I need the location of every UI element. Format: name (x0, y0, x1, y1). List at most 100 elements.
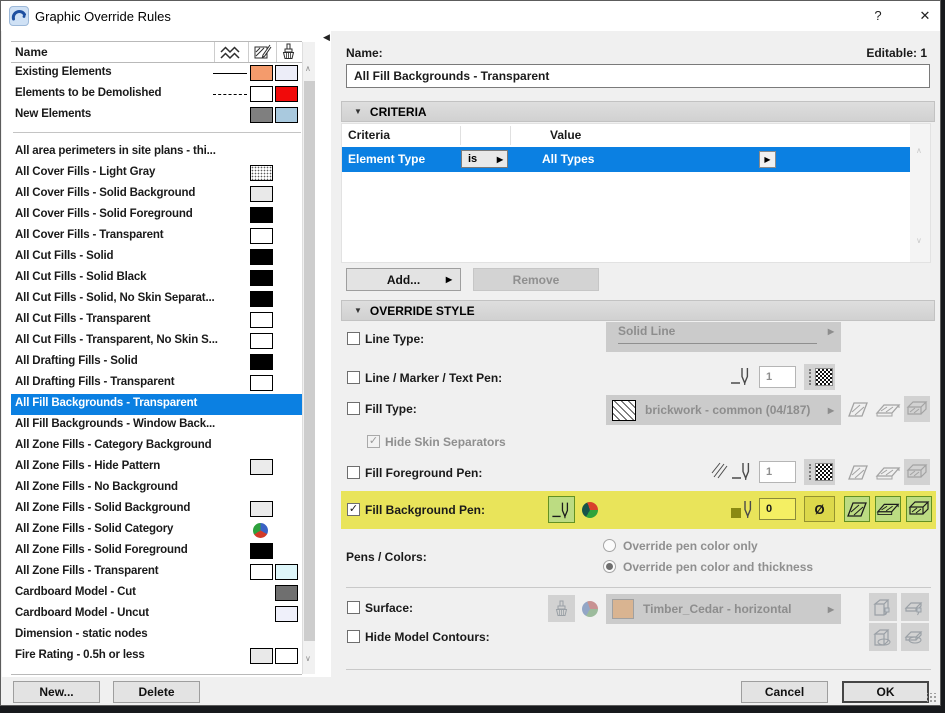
scroll-down-icon[interactable]: ∨ (305, 654, 311, 663)
fill-background-pen-checkbox[interactable]: ✓ (347, 503, 360, 516)
cancel-button[interactable]: Cancel (741, 681, 828, 703)
rule-item[interactable]: All Zone Fills - Hide Pattern (11, 457, 302, 478)
null-pen-button[interactable]: Ø (804, 496, 835, 522)
fill-type-dropdown[interactable]: brickwork - common (04/187) ▶ (606, 395, 841, 425)
criteria-section-header[interactable]: ▼ CRITERIA (341, 101, 935, 122)
rule-item[interactable]: Cardboard Model - Uncut (11, 604, 302, 625)
close-button[interactable]: ✕ (916, 8, 934, 24)
delete-button[interactable]: Delete (113, 681, 200, 703)
rule-item[interactable]: All Zone Fills - Solid Background (11, 499, 302, 520)
rule-item[interactable]: All Fill Backgrounds - Window Back... (11, 415, 302, 436)
rule-item[interactable]: All area perimeters in site plans - thi.… (11, 142, 302, 163)
hide-contours-cover-button[interactable] (901, 623, 929, 651)
rule-item[interactable]: All Cover Fills - Solid Background (11, 184, 302, 205)
graphic-override-rules-dialog: Graphic Override Rules ? ✕ Name Existing… (0, 0, 941, 706)
hide-skin-separators-label: Hide Skin Separators (385, 435, 506, 449)
line-type-checkbox[interactable] (347, 332, 360, 345)
apply-to-cover-fill-button[interactable] (875, 496, 901, 522)
scrollbar-thumb[interactable] (304, 81, 315, 641)
override-pen-color-only-radio[interactable] (603, 539, 616, 552)
cover-fill-icon (875, 463, 901, 483)
fill-foreground-pen-number-input[interactable]: 1 (759, 461, 796, 483)
fill-background-pen-number-input[interactable]: 0 (759, 498, 796, 520)
surface-dropdown[interactable]: Timber_Cedar - horizontal ▶ (606, 594, 841, 624)
rule-label: All Fill Backgrounds - Transparent (15, 397, 198, 409)
rule-item[interactable]: All Zone Fills - Solid Foreground (11, 541, 302, 562)
scroll-up-icon[interactable]: ∧ (305, 64, 311, 73)
background-pen-button[interactable] (548, 496, 575, 523)
surface-checkbox[interactable] (347, 601, 360, 614)
criteria-value-dropdown[interactable]: ▶ (759, 151, 776, 168)
drafting-fill-button[interactable] (904, 396, 930, 422)
rule-item[interactable]: All Drafting Fills - Transparent (11, 373, 302, 394)
line-pen-color-button[interactable] (804, 364, 835, 390)
rule-item[interactable]: All Cut Fills - Solid Black (11, 268, 302, 289)
ok-button[interactable]: OK (842, 681, 929, 703)
rule-item[interactable]: All Zone Fills - Solid Category (11, 520, 302, 541)
rule-item[interactable]: All Zone Fills - Category Background (11, 436, 302, 457)
rule-name-input[interactable]: All Fill Backgrounds - Transparent (346, 64, 930, 88)
new-button[interactable]: New... (13, 681, 100, 703)
rule-item[interactable]: All Drafting Fills - Solid (11, 352, 302, 373)
line-type-dropdown[interactable]: Solid Line ▶ (606, 322, 841, 352)
hide-model-contours-checkbox[interactable] (347, 630, 360, 643)
fill-foreground-pen-checkbox[interactable] (347, 466, 360, 479)
apply-to-cut-fill-button[interactable] (844, 496, 870, 522)
default-rule-item[interactable]: Existing Elements (11, 63, 302, 84)
collapse-section-icon: ▼ (354, 107, 362, 116)
fill-foreground-pen-color-button[interactable] (804, 459, 835, 485)
rule-item[interactable]: Cardboard Model - Cut (11, 583, 302, 604)
pen-color-swatch (815, 368, 833, 386)
collapse-panel-icon[interactable]: ◀ (323, 32, 330, 43)
apply-surface-cover-button[interactable] (901, 593, 929, 621)
rule-item[interactable]: All Cover Fills - Solid Foreground (11, 205, 302, 226)
cut-fill-icon (846, 399, 870, 420)
criteria-scrollbar[interactable]: ∧ ∨ (910, 124, 930, 262)
dropdown-arrow-icon: ▶ (827, 604, 834, 614)
rules-scrollbar[interactable]: ∧ ∨ (302, 42, 315, 674)
rule-item[interactable]: All Cover Fills - Transparent (11, 226, 302, 247)
dropdown-arrow-icon: ▶ (827, 326, 834, 336)
app-logo-icon (9, 6, 29, 26)
add-criteria-button[interactable]: Add... ▶ (346, 268, 461, 291)
surface-paint-button[interactable] (548, 595, 575, 622)
remove-criteria-button[interactable]: Remove (473, 268, 599, 291)
rule-item[interactable]: All Zone Fills - Transparent (11, 562, 302, 583)
title-bar[interactable]: Graphic Override Rules ? ✕ (1, 1, 940, 31)
rule-label: Elements to be Demolished (15, 87, 162, 99)
rule-item[interactable]: All Cover Fills - Light Gray (11, 163, 302, 184)
square-pen-icon (731, 497, 757, 521)
rule-item[interactable]: All Cut Fills - Transparent, No Skin S..… (11, 331, 302, 352)
rule-item[interactable]: All Cut Fills - Solid (11, 247, 302, 268)
category-pie-icon (253, 523, 268, 538)
cover-fill-icon (875, 400, 901, 420)
rule-item[interactable]: Fire Rating - 0.5h or less (11, 646, 302, 667)
apply-to-drafting-fill-button[interactable] (906, 496, 932, 522)
default-rule-item[interactable]: Elements to be Demolished (11, 84, 302, 105)
fill-type-checkbox[interactable] (347, 402, 360, 415)
fill-swatch (250, 249, 273, 265)
surface-color-icon[interactable] (582, 601, 598, 617)
rule-item[interactable]: Dimension - static nodes (11, 625, 302, 646)
rule-item[interactable]: All Cut Fills - Solid, No Skin Separat..… (11, 289, 302, 310)
override-pen-color-thickness-radio[interactable] (603, 560, 616, 573)
line-pen-number-input[interactable]: 1 (759, 366, 796, 388)
pen-set-color-icon[interactable] (582, 502, 598, 518)
rule-item[interactable]: All Fill Backgrounds - Transparent (11, 394, 302, 415)
apply-surface-3d-button[interactable] (869, 593, 897, 621)
drafting-fill-button[interactable] (904, 459, 930, 485)
name-label: Name: (346, 46, 383, 60)
rule-item[interactable]: All Zone Fills - No Background (11, 478, 302, 499)
default-rules-list: Existing Elements Elements to be Demolish… (11, 63, 302, 126)
rule-item[interactable]: All Cut Fills - Transparent (11, 310, 302, 331)
help-button[interactable]: ? (869, 8, 887, 23)
line-marker-text-pen-checkbox[interactable] (347, 371, 360, 384)
hide-contours-3d-button[interactable] (869, 623, 897, 651)
default-rule-item[interactable]: New Elements (11, 105, 302, 126)
criteria-row[interactable]: Element Type is ▶ All Types ▶ (342, 147, 910, 172)
resize-grip[interactable] (927, 693, 937, 703)
hide-skin-separators-checkbox[interactable]: ✓ (367, 435, 380, 448)
criteria-operator-dropdown[interactable]: is ▶ (461, 150, 508, 168)
override-style-section-header[interactable]: ▼ OVERRIDE STYLE (341, 300, 935, 321)
surface-swatch (275, 648, 298, 664)
